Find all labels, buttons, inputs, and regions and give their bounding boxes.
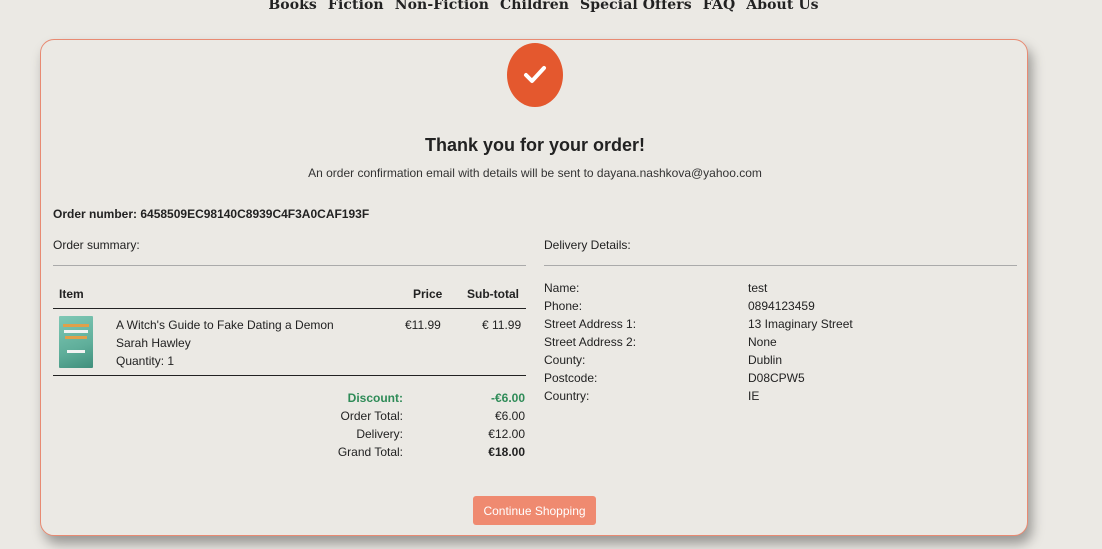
delivery-street1-value: 13 Imaginary Street — [748, 317, 853, 331]
continue-shopping-button[interactable]: Continue Shopping — [473, 496, 596, 525]
delivery-country-value: IE — [748, 389, 760, 403]
item-author: Sarah Hawley — [116, 336, 191, 350]
nav-fiction[interactable]: Fiction — [328, 0, 384, 13]
item-title: A Witch's Guide to Fake Dating a Demon — [116, 318, 334, 332]
delivery-label: Delivery: — [356, 427, 403, 441]
item-quantity: Quantity: 1 — [116, 354, 175, 368]
order-confirmation-card: Thank you for your order! An order confi… — [40, 39, 1028, 536]
delivery-details-label: Delivery Details: — [544, 238, 631, 252]
column-subtotal: Sub-total — [467, 287, 519, 301]
delivery-field-label: Name: — [544, 281, 580, 295]
order-number: Order number: 6458509EC98140C8939C4F3A0C… — [53, 207, 370, 221]
divider — [53, 265, 526, 266]
divider — [544, 265, 1017, 266]
order-summary-label: Order summary: — [53, 238, 140, 252]
delivery-phone-value: 0894123459 — [748, 299, 815, 313]
item-price: €11.99 — [405, 318, 441, 332]
grand-total-value: €18.00 — [488, 445, 525, 459]
nav-children[interactable]: Children — [500, 0, 569, 13]
discount-value: -€6.00 — [490, 391, 525, 405]
delivery-postcode-value: D08CPW5 — [748, 371, 805, 385]
grand-total-label: Grand Total: — [337, 445, 403, 459]
table-header-divider — [53, 308, 526, 309]
delivery-field-label: Phone: — [544, 299, 583, 313]
delivery-field-label: Street Address 1: — [544, 317, 637, 331]
delivery-name-value: test — [748, 281, 768, 295]
table-footer-divider — [53, 375, 526, 376]
order-total-value: €6.00 — [494, 409, 525, 423]
delivery-street2-value: None — [748, 335, 777, 349]
page-title: Thank you for your order! — [424, 135, 646, 155]
nav-faq[interactable]: FAQ — [703, 0, 735, 13]
delivery-county-value: Dublin — [748, 353, 783, 367]
confirmation-email-text: An order confirmation email with details… — [308, 166, 762, 180]
delivery-field-label: County: — [544, 353, 586, 367]
delivery-field-label: Postcode: — [544, 371, 598, 385]
discount-label: Discount: — [347, 391, 403, 405]
nav-about-us[interactable]: About Us — [746, 0, 818, 13]
column-price: Price — [413, 287, 443, 301]
order-total-label: Order Total: — [340, 409, 403, 423]
nav-special-offers[interactable]: Special Offers — [580, 0, 692, 13]
nav-non-fiction[interactable]: Non-Fiction — [395, 0, 489, 13]
item-subtotal: € 11.99 — [482, 318, 522, 332]
nav-books[interactable]: Books — [268, 0, 317, 13]
delivery-field-label: Street Address 2: — [544, 335, 637, 349]
book-cover-image — [59, 316, 93, 368]
delivery-value: €12.00 — [488, 427, 525, 441]
checkmark-icon — [507, 43, 563, 107]
delivery-field-label: Country: — [544, 389, 590, 403]
top-nav: Books Fiction Non-Fiction Children Speci… — [0, 0, 1087, 13]
column-item: Item — [59, 287, 84, 301]
